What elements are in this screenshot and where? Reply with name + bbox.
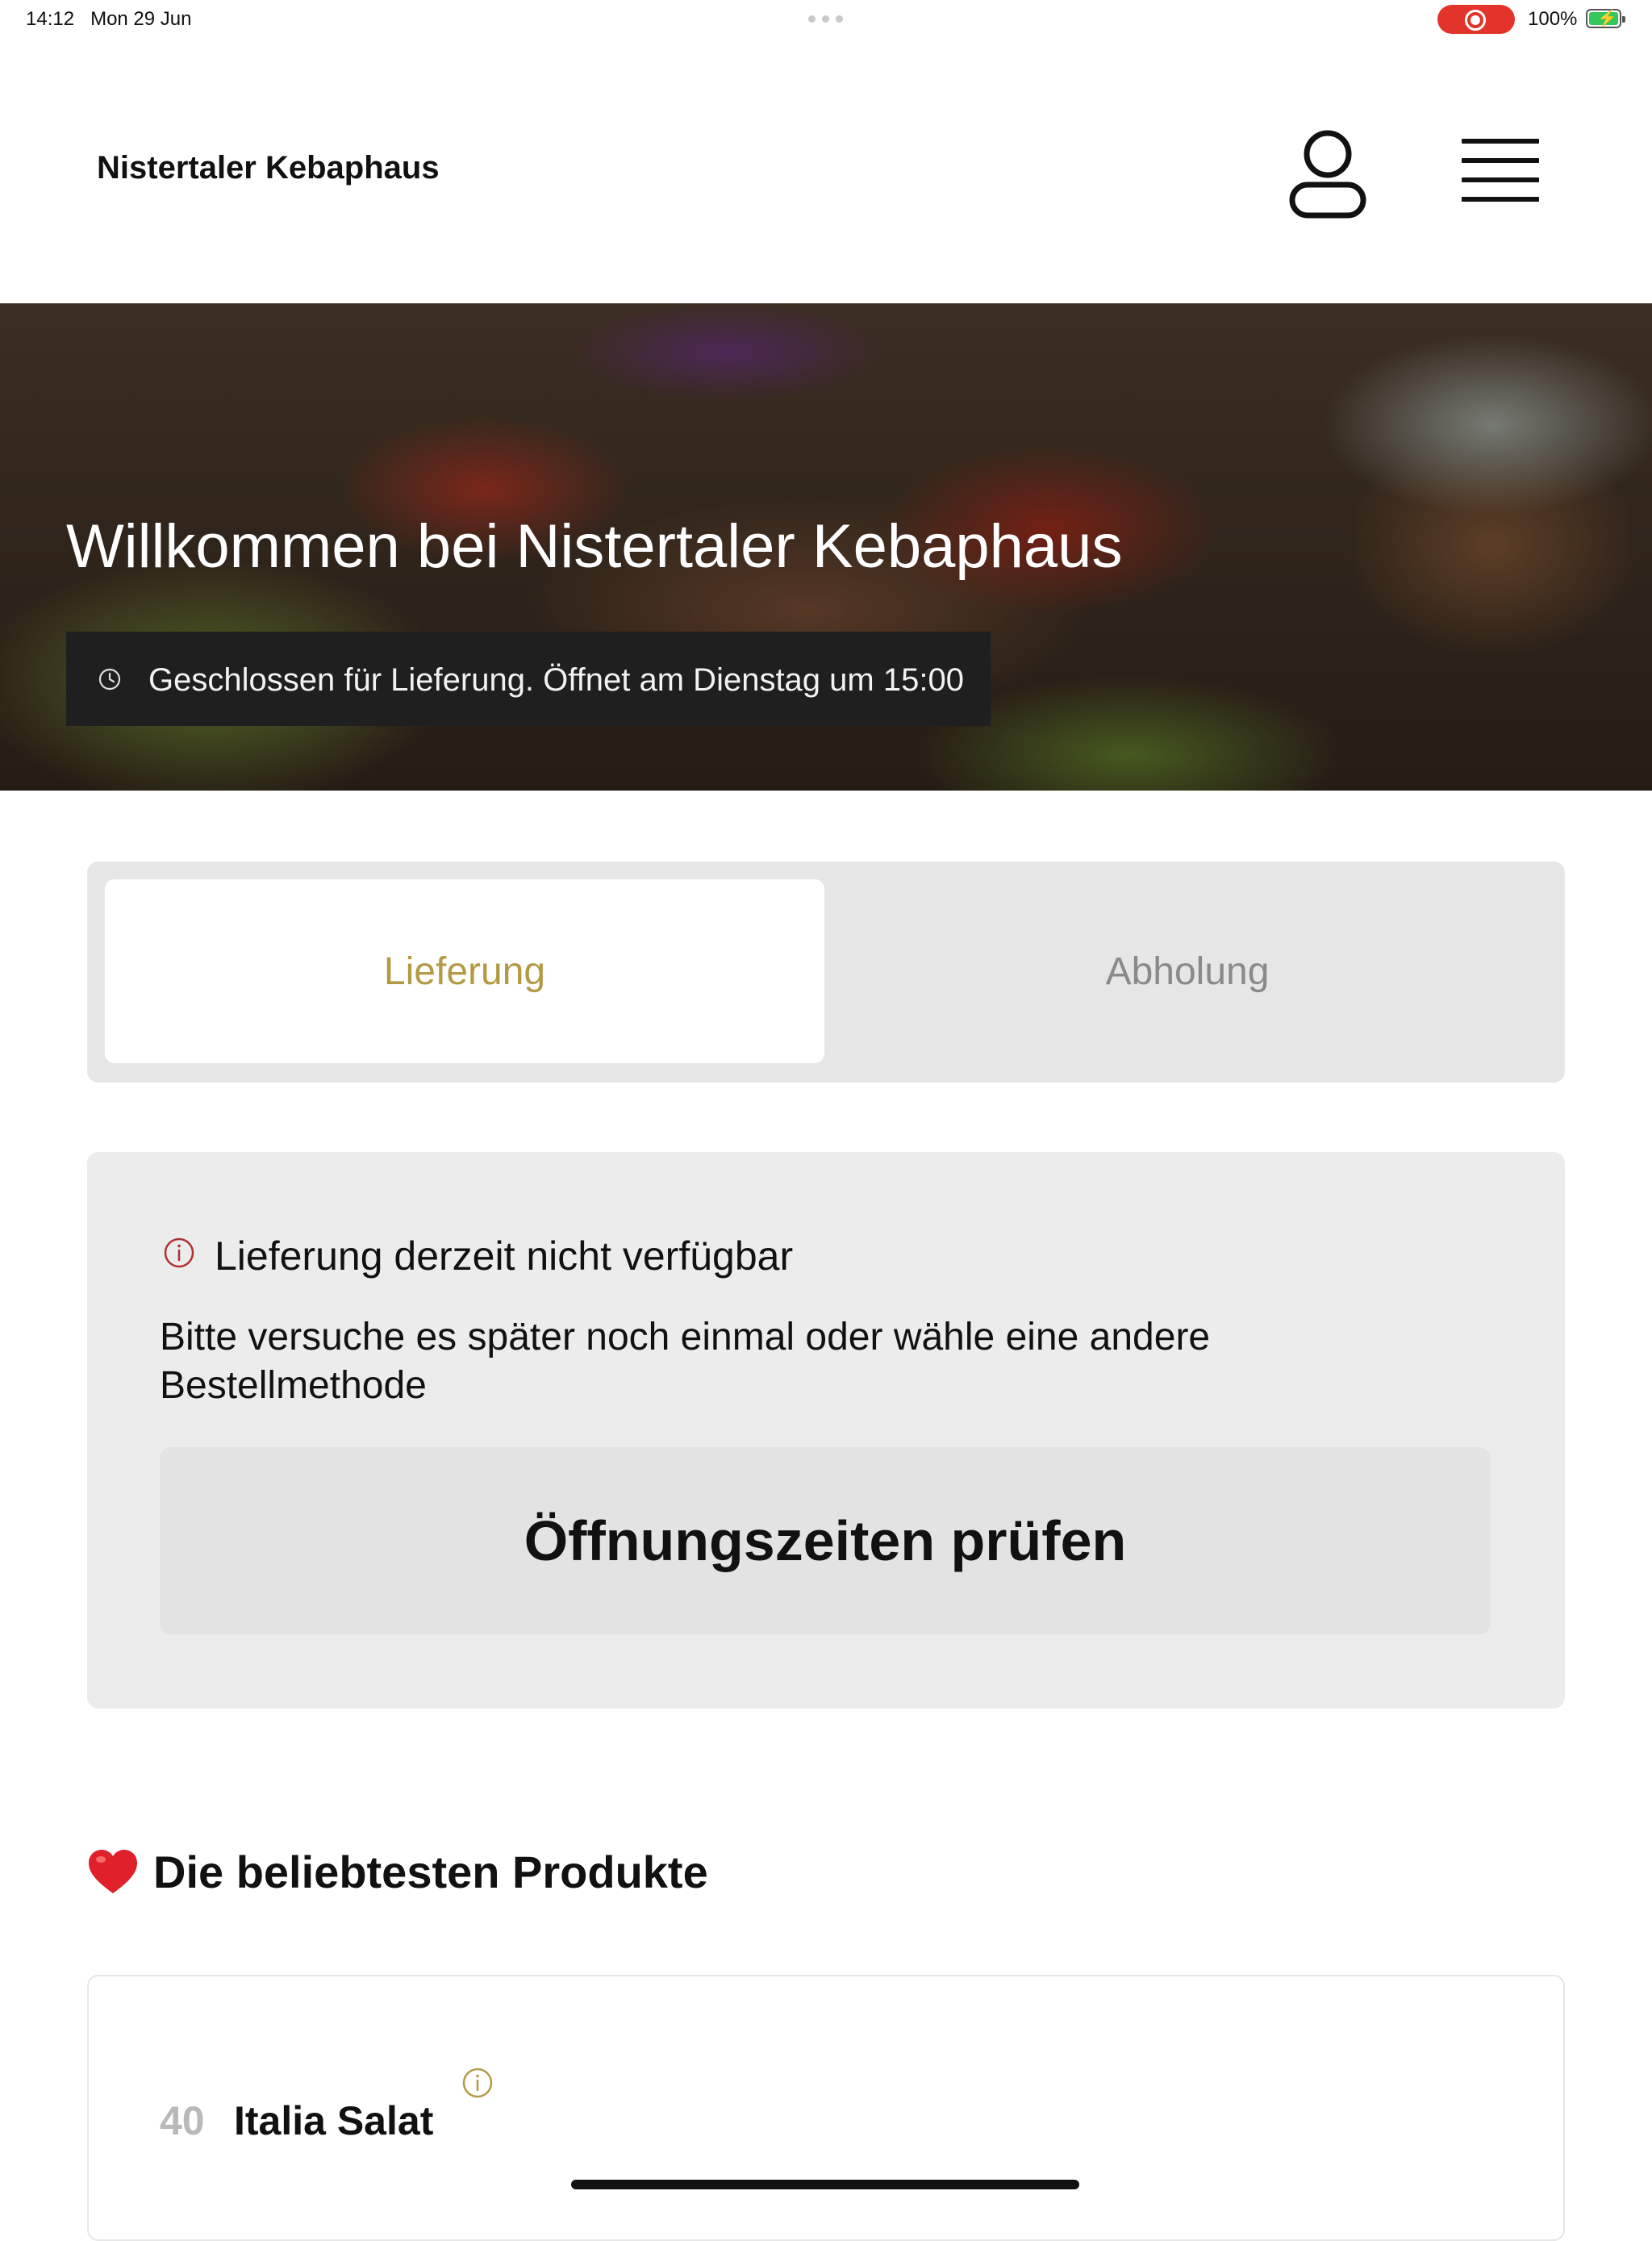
product-card[interactable]: 40 Italia Salat [87,1975,1565,2241]
notice-title: Lieferung derzeit nicht verfügbar [215,1233,794,1279]
multitasking-dots[interactable] [808,15,844,23]
battery-percentage: 100% [1528,8,1578,30]
heart-icon [89,1849,137,1893]
product-number: 40 [160,2098,205,2143]
welcome-title: Willkommen bei Nistertaler Kebaphaus [66,512,1123,581]
clock-icon [98,668,121,691]
home-indicator[interactable] [571,2180,1079,2189]
order-method-selector: Lieferung Abholung [87,862,1565,1083]
battery-icon: ⚡ [1586,9,1625,28]
delivery-unavailable-notice: Lieferung derzeit nicht verfügbar Bitte … [87,1152,1565,1709]
status-time: 14:12 Mon 29 Jun [26,8,192,30]
notice-body: Bitte versuche es später noch einmal ode… [160,1316,1211,1407]
product-name: Italia Salat [234,2098,434,2143]
check-opening-hours-button[interactable]: Öffnungszeiten prüfen [160,1447,1491,1634]
info-icon [164,1237,194,1268]
status-bar: 14:12 Mon 29 Jun 100% ⚡ [0,0,1652,39]
tab-lieferung[interactable]: Lieferung [105,879,824,1063]
restaurant-name[interactable]: Nistertaler Kebaphaus [97,150,440,186]
opening-status-badge: Geschlossen für Lieferung. Öffnet am Die… [66,632,991,726]
section-title: Die beliebtesten Produkte [153,1847,708,1897]
hero-banner: Willkommen bei Nistertaler Kebaphaus Ges… [0,303,1652,791]
user-icon [1289,130,1366,219]
opening-status-text: Geschlossen für Lieferung. Öffnet am Die… [148,662,964,698]
popular-products-header: Die beliebtesten Produkte [87,1846,708,1898]
screen-recording-icon[interactable] [1437,5,1515,34]
menu-button[interactable] [1458,134,1542,207]
tab-abholung[interactable]: Abholung [828,879,1547,1063]
user-account-button[interactable] [1287,125,1368,222]
info-icon[interactable] [461,2067,494,2099]
